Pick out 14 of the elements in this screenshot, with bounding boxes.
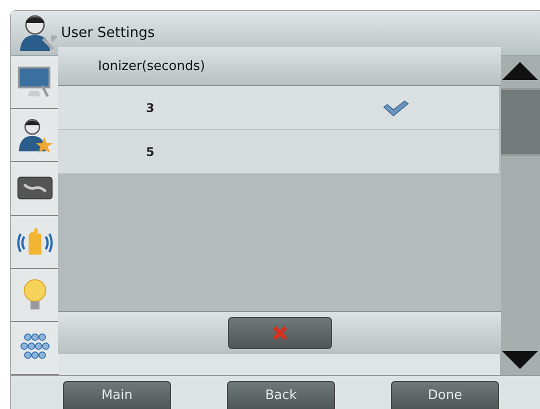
window-title: User Settings	[61, 25, 155, 41]
option-row[interactable]: 5	[58, 130, 499, 174]
popup-title: Ionizer(seconds)	[98, 58, 206, 74]
option-value: 5	[146, 144, 154, 158]
nav-button[interactable]: Back	[227, 381, 335, 409]
option-value: 3	[146, 100, 154, 114]
checkmark-icon	[383, 98, 409, 116]
scroll-thumb[interactable]	[500, 88, 540, 156]
nav-button[interactable]: Done	[391, 381, 499, 409]
user-wrench-icon	[17, 13, 57, 53]
nav-button[interactable]: Main	[63, 381, 171, 409]
close-icon	[272, 325, 288, 341]
option-row[interactable]: 3	[58, 86, 499, 130]
user-star-icon	[17, 117, 53, 154]
